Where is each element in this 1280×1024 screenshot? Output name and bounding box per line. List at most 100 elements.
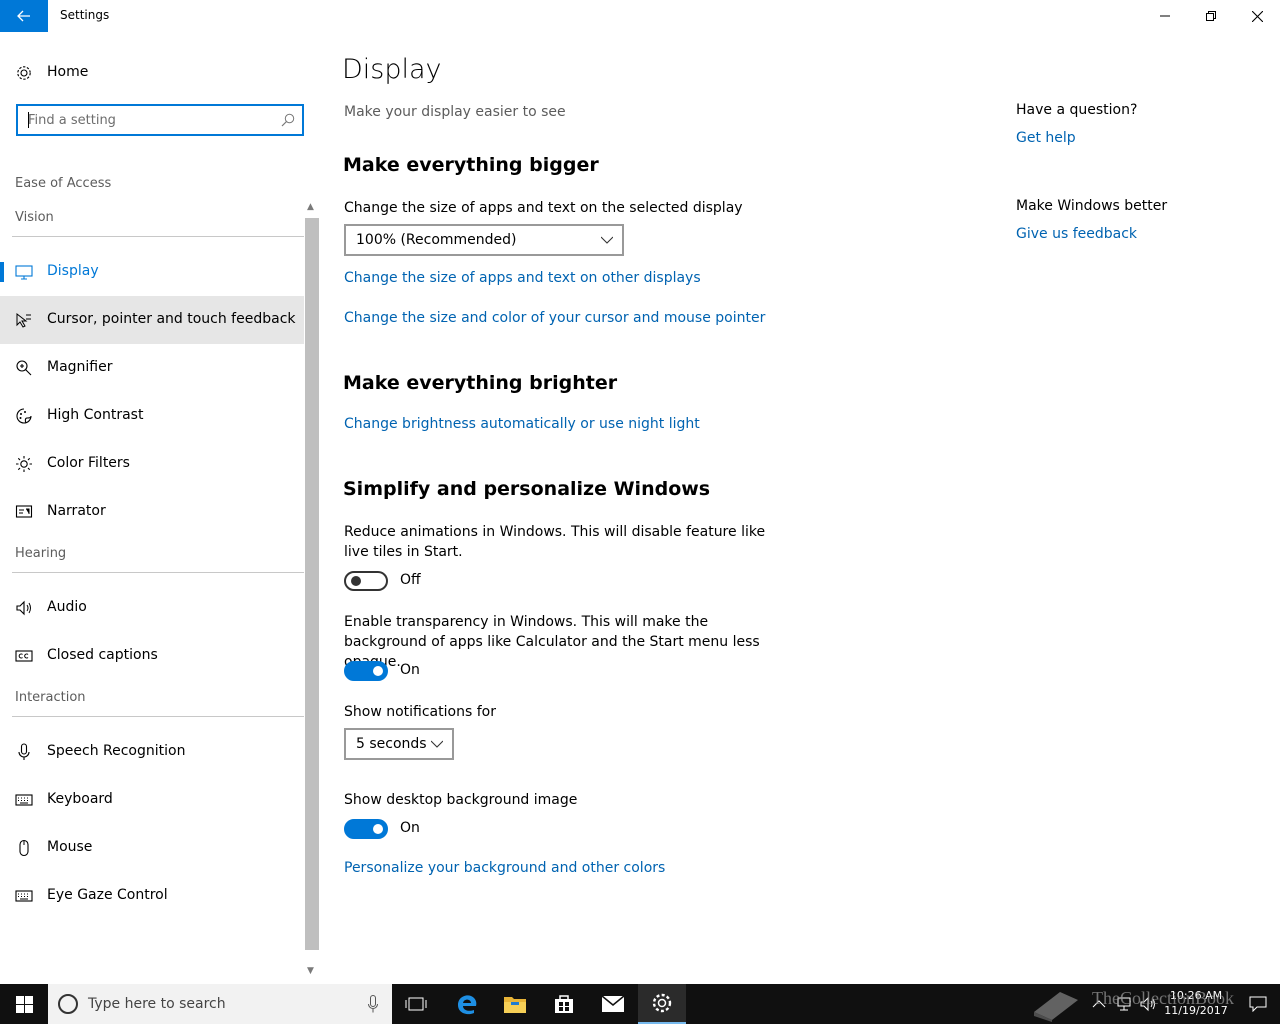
search-icon (281, 113, 295, 127)
sidebar-item-closed-captions[interactable]: Closed captions (0, 632, 304, 680)
sidebar-item-label: High Contrast (47, 407, 144, 423)
task-view-icon (405, 997, 427, 1011)
sidebar-item-magnifier[interactable]: Magnifier (0, 344, 304, 392)
settings-window: Settings Home Find a setting Ease of Acc… (0, 0, 1280, 984)
sidebar-item-narrator[interactable]: Narrator (0, 488, 304, 536)
search-placeholder: Find a setting (28, 113, 116, 128)
store-icon (555, 995, 573, 1013)
sidebar-scrollbar[interactable]: ▲ ▼ (304, 200, 320, 984)
notifications-dropdown[interactable]: 5 seconds (344, 728, 454, 760)
restore-icon (1206, 11, 1216, 21)
close-button[interactable] (1234, 0, 1280, 32)
narrator-icon (15, 505, 33, 518)
scale-value: 100% (Recommended) (356, 232, 517, 248)
background-state: On (400, 820, 420, 836)
sidebar-item-label: Keyboard (47, 791, 113, 807)
link-brightness[interactable]: Change brightness automatically or use n… (344, 416, 700, 432)
folder-icon (504, 997, 526, 1013)
back-arrow-icon (17, 10, 30, 22)
feedback-heading: Make Windows better (1016, 198, 1168, 214)
start-button[interactable] (0, 984, 48, 1024)
sidebar-item-label: Display (47, 263, 99, 279)
toggle-knob (351, 576, 361, 586)
edge-icon (458, 995, 477, 1015)
mail-button[interactable] (589, 984, 637, 1024)
link-other-displays[interactable]: Change the size of apps and text on othe… (344, 270, 701, 286)
sidebar-item-label: Color Filters (47, 455, 130, 471)
sidebar-item-speech-recognition[interactable]: Speech Recognition (0, 728, 304, 776)
transparency-state: On (400, 662, 420, 678)
heading-brighter: Make everything brighter (343, 372, 618, 394)
help-heading: Have a question? (1016, 102, 1138, 118)
microphone-icon[interactable] (368, 995, 378, 1013)
sidebar-item-label: Magnifier (47, 359, 113, 375)
notifications-value: 5 seconds (356, 736, 427, 752)
group-title-interaction: Interaction (15, 690, 86, 705)
sidebar-item-keyboard[interactable]: Keyboard (0, 776, 304, 824)
animations-state: Off (400, 572, 421, 588)
gear-icon (17, 66, 31, 80)
sidebar-item-color-filters[interactable]: Color Filters (0, 440, 304, 488)
scrollbar-thumb[interactable] (305, 218, 319, 950)
cortana-icon (58, 994, 78, 1014)
link-cursor-size[interactable]: Change the size and color of your cursor… (344, 310, 765, 326)
edge-button[interactable] (443, 984, 491, 1024)
taskbar-search-box[interactable]: Type here to search (48, 984, 392, 1024)
sidebar-item-label: Audio (47, 599, 87, 615)
scale-dropdown[interactable]: 100% (Recommended) (344, 224, 624, 256)
close-icon (1251, 10, 1263, 22)
store-button[interactable] (540, 984, 588, 1024)
scroll-down-icon[interactable]: ▼ (307, 966, 314, 976)
toggle-knob (373, 666, 383, 676)
transparency-toggle[interactable] (344, 661, 388, 681)
minimize-button[interactable] (1142, 0, 1188, 32)
get-help-link[interactable]: Get help (1016, 130, 1076, 146)
scale-label: Change the size of apps and text on the … (344, 200, 743, 216)
sidebar-item-cursor[interactable]: Cursor, pointer and touch feedback (0, 296, 304, 344)
search-input[interactable]: Find a setting (16, 104, 304, 136)
eye-gaze-icon (15, 890, 33, 902)
sidebar-item-display[interactable]: Display (0, 248, 304, 296)
divider (12, 236, 304, 237)
notifications-label: Show notifications for (344, 704, 496, 720)
group-title-hearing: Hearing (15, 546, 67, 561)
chevron-down-icon (601, 236, 613, 244)
background-toggle[interactable] (344, 819, 388, 839)
mouse-icon (19, 839, 29, 857)
taskbar-search-placeholder: Type here to search (88, 996, 226, 1012)
task-view-button[interactable] (392, 984, 440, 1024)
animations-toggle[interactable] (344, 571, 388, 591)
gear-icon (652, 993, 672, 1013)
sidebar-item-audio[interactable]: Audio (0, 584, 304, 632)
sidebar-item-high-contrast[interactable]: High Contrast (0, 392, 304, 440)
section-title: Ease of Access (15, 176, 112, 191)
link-personalize[interactable]: Personalize your background and other co… (344, 860, 665, 876)
speaker-icon (16, 600, 31, 616)
book-logo-icon (1034, 992, 1078, 1022)
cursor-icon (16, 312, 31, 328)
feedback-link[interactable]: Give us feedback (1016, 226, 1137, 242)
sidebar-item-label: Speech Recognition (47, 743, 186, 759)
animations-label: Reduce animations in Windows. This will … (344, 524, 766, 560)
sidebar-item-label: Cursor, pointer and touch feedback (47, 311, 296, 327)
file-explorer-button[interactable] (491, 984, 539, 1024)
scroll-up-icon[interactable]: ▲ (307, 202, 314, 212)
sidebar-item-label: Narrator (47, 503, 106, 519)
mail-icon (601, 995, 625, 1012)
settings-taskbar-button[interactable] (638, 984, 686, 1024)
magnifier-icon (16, 360, 32, 376)
back-button[interactable] (0, 0, 48, 32)
keyboard-icon (15, 794, 33, 806)
sidebar-item-eye-gaze[interactable]: Eye Gaze Control (0, 872, 304, 920)
restore-button[interactable] (1188, 0, 1234, 32)
sidebar: Home Find a setting Ease of Access Visio… (0, 32, 320, 984)
sidebar-item-label: Closed captions (47, 647, 158, 663)
page-subtitle: Make your display easier to see (344, 104, 566, 120)
heading-bigger: Make everything bigger (343, 154, 599, 176)
sidebar-item-label: Eye Gaze Control (47, 887, 168, 903)
sidebar-item-mouse[interactable]: Mouse (0, 824, 304, 872)
title-bar: Settings (0, 0, 1280, 32)
home-nav-item[interactable]: Home (0, 56, 304, 92)
toggle-knob (373, 824, 383, 834)
watermark-text: TheCollectionBook (1092, 988, 1234, 1008)
